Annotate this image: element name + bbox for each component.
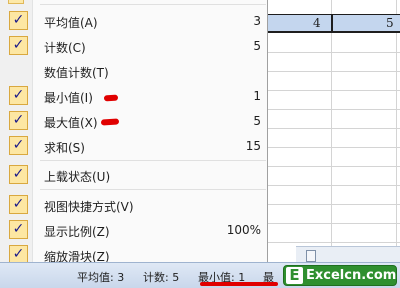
menu-item-label: 求和(S) <box>44 141 85 155</box>
row-gridline <box>266 223 400 224</box>
menu-item-numerical-count[interactable]: 数值计数(T) <box>0 59 267 83</box>
menu-item-value: 15 <box>245 139 261 153</box>
previous-item-checkbox <box>8 0 24 4</box>
checkmark-icon: ✓ <box>9 36 28 55</box>
menu-separator <box>40 4 266 5</box>
row-gridline <box>266 166 400 167</box>
menu-item-count[interactable]: ✓ 计数(C) 5 <box>0 34 267 58</box>
menu-item-value: 5 <box>253 114 261 128</box>
menu-item-label: 计数(C) <box>44 41 86 55</box>
checkmark-icon: ✓ <box>9 195 28 214</box>
menu-item-value: 3 <box>253 14 261 28</box>
row-gridline <box>266 242 400 243</box>
selected-range[interactable] <box>266 14 400 33</box>
status-average[interactable]: 平均值: 3 <box>77 269 124 285</box>
red-underline-annotation <box>200 282 278 286</box>
row-gridline <box>266 71 400 72</box>
menu-item-value: 5 <box>253 39 261 53</box>
menu-item-upload-status[interactable]: ✓ 上载状态(U) <box>0 163 267 187</box>
row-gridline <box>266 109 400 110</box>
menu-item-label: 视图快捷方式(V) <box>44 200 134 214</box>
checkmark-icon: ✓ <box>9 86 28 105</box>
menu-item-average[interactable]: ✓ 平均值(A) 3 <box>0 9 267 33</box>
menu-separator <box>40 189 266 190</box>
menu-item-minimum[interactable]: ✓ 最小值(I) 1 <box>0 84 267 108</box>
menu-item-label: 最大值(X) <box>44 116 98 130</box>
excel-logo-icon: E <box>286 267 303 284</box>
cell-value[interactable]: 4 <box>313 16 321 30</box>
menu-item-value: 100% <box>226 223 261 237</box>
row-gridline <box>266 204 400 205</box>
horizontal-scrollbar[interactable] <box>296 246 400 263</box>
checkmark-icon: ✓ <box>9 136 28 155</box>
menu-item-zoom[interactable]: ✓ 显示比例(Z) 100% <box>0 218 267 242</box>
red-annotation-mark <box>100 118 120 126</box>
menu-item-label: 上载状态(U) <box>44 170 111 184</box>
checkmark-icon: ✓ <box>9 11 28 30</box>
site-watermark-logo: E Excelcn.com <box>283 265 397 286</box>
cell-border <box>331 14 333 33</box>
row-gridline <box>266 147 400 148</box>
menu-item-maximum[interactable]: ✓ 最大值(X) 5 <box>0 109 267 133</box>
menu-separator <box>40 160 266 161</box>
cell-value[interactable]: 5 <box>386 16 394 30</box>
menu-item-label: 显示比例(Z) <box>44 225 110 239</box>
status-bar-context-menu: ✓ 平均值(A) 3 ✓ 计数(C) 5 数值计数(T) ✓ 最小值(I) 1 … <box>0 0 268 268</box>
watermark-text: Excelcn.com <box>306 268 397 283</box>
row-gridline <box>266 185 400 186</box>
row-gridline <box>266 90 400 91</box>
checkmark-icon: ✓ <box>9 165 28 184</box>
menu-item-label: 最小值(I) <box>44 91 93 105</box>
menu-item-sum[interactable]: ✓ 求和(S) 15 <box>0 134 267 158</box>
checkmark-icon: ✓ <box>9 220 28 239</box>
row-gridline <box>266 52 400 53</box>
checkmark-icon: ✓ <box>9 111 28 130</box>
menu-item-label: 数值计数(T) <box>44 66 109 80</box>
menu-item-view-shortcuts[interactable]: ✓ 视图快捷方式(V) <box>0 193 267 217</box>
red-annotation-mark <box>103 94 119 102</box>
row-gridline <box>266 128 400 129</box>
scrollbar-thumb[interactable] <box>306 250 316 262</box>
menu-item-value: 1 <box>253 89 261 103</box>
menu-item-label: 平均值(A) <box>44 16 98 30</box>
status-count[interactable]: 计数: 5 <box>143 269 179 285</box>
